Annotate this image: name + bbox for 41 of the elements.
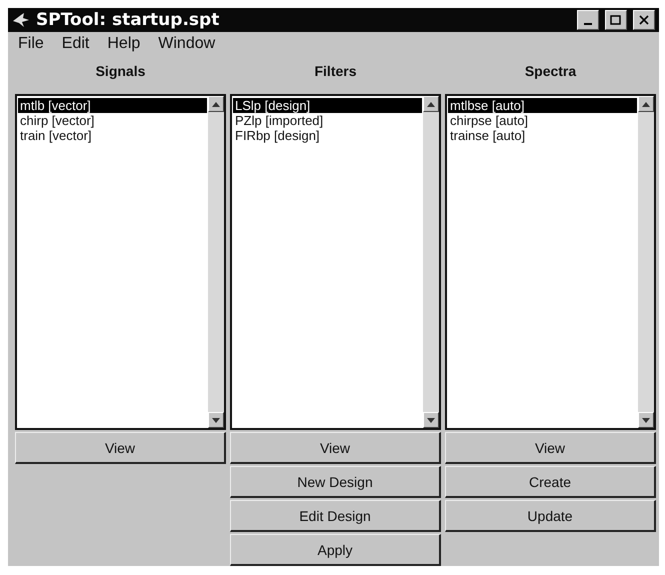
list-item[interactable]: LSlp [design] (233, 98, 422, 113)
list-item[interactable]: mtlbse [auto] (448, 98, 637, 113)
list-item[interactable]: FIRbp [design] (233, 128, 322, 143)
action-button[interactable]: Edit Design (230, 500, 441, 532)
list-item[interactable]: mtlb [vector] (18, 98, 207, 113)
maximize-icon (610, 14, 622, 25)
action-button[interactable]: Create (445, 466, 656, 498)
window-title: SPTool: startup.spt (36, 10, 220, 30)
menu-item[interactable]: Help (107, 34, 140, 53)
action-button[interactable]: Apply (230, 534, 441, 566)
menu-item[interactable]: Edit (62, 34, 90, 53)
action-button[interactable]: View (15, 432, 226, 464)
scroll-up-icon[interactable] (212, 102, 220, 106)
list-item[interactable]: chirp [vector] (18, 113, 96, 128)
minimize-button[interactable] (577, 10, 599, 30)
scroll-down-icon[interactable] (642, 418, 650, 422)
menu-item[interactable]: Window (158, 34, 216, 53)
panel-heading: Filters (313, 62, 358, 81)
list-item[interactable]: PZlp [imported] (233, 113, 326, 128)
list-item[interactable]: chirpse [auto] (448, 113, 530, 128)
scrollbar[interactable] (423, 96, 439, 428)
scroll-down-icon[interactable] (212, 418, 220, 422)
close-button[interactable] (633, 10, 655, 30)
scrollbar[interactable] (638, 96, 654, 428)
action-button[interactable]: View (445, 432, 656, 464)
scrollbar[interactable] (208, 96, 224, 428)
minimize-icon (584, 22, 592, 25)
maximize-button[interactable] (605, 10, 627, 30)
app-icon (12, 12, 30, 28)
panel-heading: Spectra (524, 62, 578, 81)
action-button[interactable]: View (230, 432, 441, 464)
scroll-down-icon[interactable] (427, 418, 435, 422)
close-icon (639, 14, 649, 25)
list-item[interactable]: train [vector] (18, 128, 94, 143)
scroll-up-icon[interactable] (642, 102, 650, 106)
panel-heading: Signals (94, 62, 146, 81)
list-item[interactable]: trainse [auto] (448, 128, 528, 143)
action-button[interactable]: Update (445, 500, 656, 532)
action-button[interactable]: New Design (230, 466, 441, 498)
menu-item[interactable]: File (18, 34, 44, 53)
scroll-up-icon[interactable] (427, 102, 435, 106)
